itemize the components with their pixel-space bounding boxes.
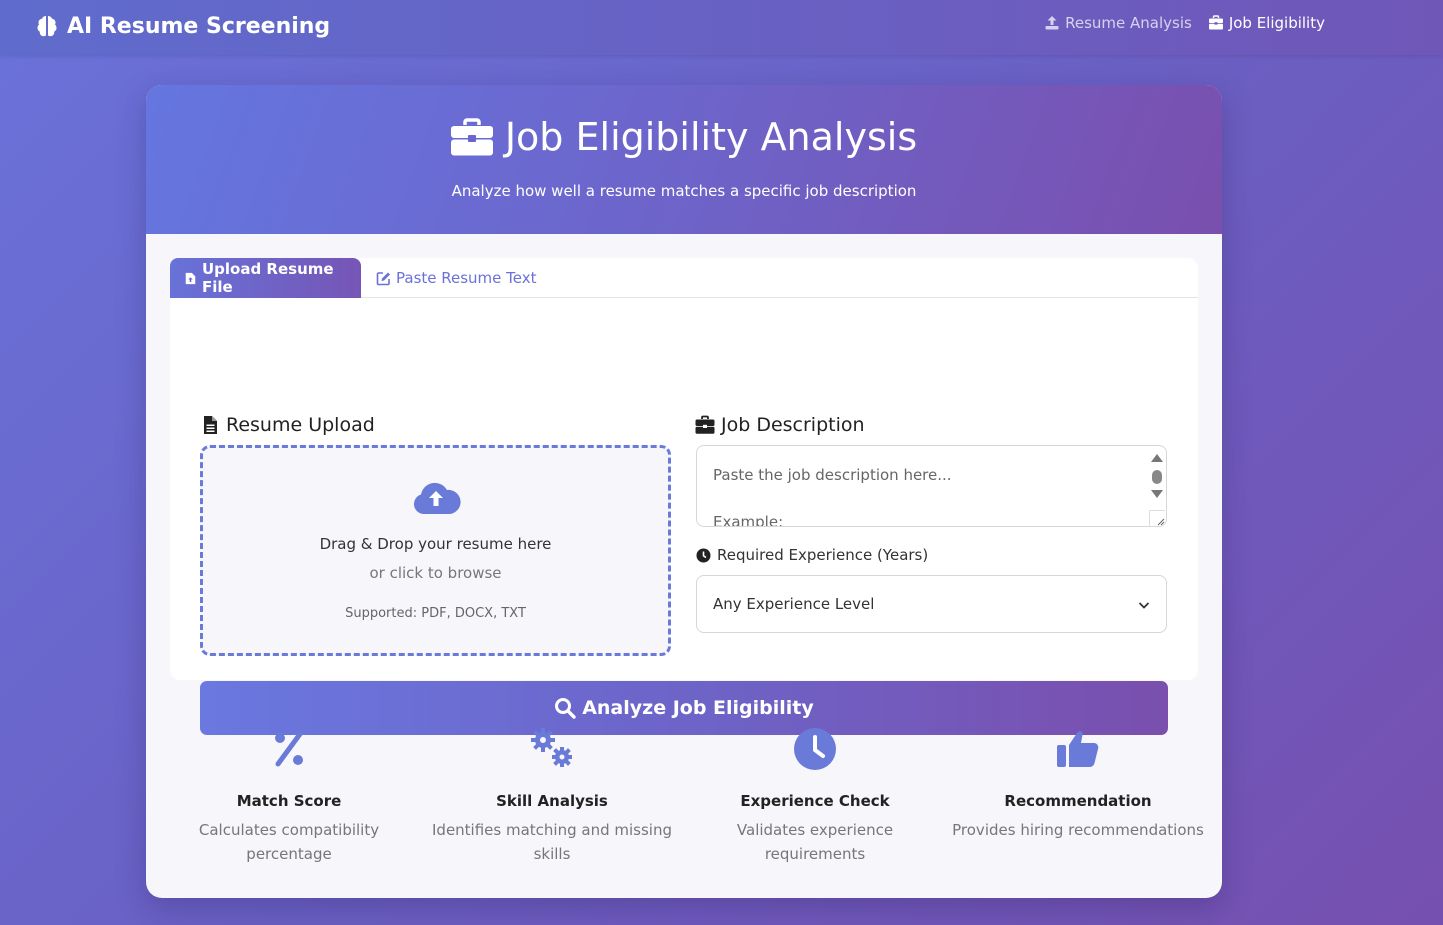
job-description-heading: Job Description — [695, 414, 865, 436]
job-description-title: Job Description — [721, 414, 865, 436]
dropzone-browse-text: or click to browse — [369, 564, 502, 582]
feature-title: Experience Check — [740, 792, 890, 810]
textarea-placeholder: Paste the job description here... — [713, 466, 952, 484]
briefcase-icon — [695, 415, 715, 434]
briefcase-icon — [1208, 15, 1223, 30]
file-icon — [204, 416, 217, 434]
feature-experience-check: Experience Check Validates experience re… — [684, 715, 946, 866]
feature-desc: Validates experience requirements — [736, 821, 894, 863]
tab-bar: Upload Resume File Paste Resume Text — [170, 258, 1198, 298]
page-title-text: Job Eligibility Analysis — [504, 115, 918, 159]
feature-title: Recommendation — [1004, 792, 1152, 810]
hero-header: Job Eligibility Analysis Analyze how wel… — [146, 85, 1222, 234]
nav-resume-analysis-label: Resume Analysis — [1065, 14, 1192, 32]
resize-handle-icon[interactable] — [1149, 510, 1165, 526]
experience-label-text: Required Experience (Years) — [717, 546, 929, 564]
main-card: Job Eligibility Analysis Analyze how wel… — [146, 85, 1222, 898]
experience-select-value: Any Experience Level — [713, 595, 875, 613]
percent-icon — [275, 731, 303, 767]
clock-icon — [696, 548, 711, 562]
brand-label: AI Resume Screening — [67, 13, 331, 39]
scroll-up-arrow-icon[interactable] — [1151, 454, 1163, 462]
page-title: Job Eligibility Analysis — [146, 115, 1222, 159]
feature-skill-analysis: Skill Analysis Identifies matching and m… — [421, 715, 683, 866]
resume-dropzone[interactable]: Drag & Drop your resume here or click to… — [200, 445, 671, 656]
scroll-down-arrow-icon[interactable] — [1151, 490, 1163, 498]
tab-paste-resume-label: Paste Resume Text — [396, 269, 537, 287]
brain-icon — [37, 16, 57, 37]
dropzone-supported-formats: Supported: PDF, DOCX, TXT — [345, 606, 526, 621]
nav-job-eligibility-label: Job Eligibility — [1228, 14, 1325, 32]
page-subtitle: Analyze how well a resume matches a spec… — [451, 182, 917, 200]
cloud-upload-icon — [413, 482, 461, 514]
form-panel: Upload Resume File Paste Resume Text Res… — [170, 258, 1198, 735]
feature-desc: Provides hiring recommendations — [952, 821, 1204, 839]
file-upload-icon — [185, 272, 196, 284]
brand[interactable]: AI Resume Screening — [34, 11, 330, 41]
feature-title: Match Score — [236, 792, 342, 810]
tab-paste-resume[interactable]: Paste Resume Text — [362, 258, 551, 298]
experience-label: Required Experience (Years) — [696, 546, 928, 564]
feature-title: Skill Analysis — [496, 792, 608, 810]
feature-match-score: Match Score Calculates compatibility per… — [158, 715, 420, 866]
upload-icon — [1045, 16, 1059, 30]
experience-select[interactable]: Any Experience Level — [696, 575, 1167, 633]
scrollbar-thumb[interactable] — [1152, 470, 1162, 484]
briefcase-icon — [450, 118, 493, 156]
cogs-icon — [531, 728, 572, 767]
tab-upload-resume[interactable]: Upload Resume File — [170, 258, 361, 298]
job-description-textarea[interactable]: Paste the job description here... Exampl… — [696, 445, 1167, 527]
resume-upload-heading: Resume Upload — [200, 414, 375, 436]
thumbs-up-icon — [1057, 731, 1099, 767]
tab-upload-resume-label: Upload Resume File — [201, 260, 334, 296]
feature-desc: Identifies matching and missing skills — [432, 821, 672, 863]
dropzone-title: Drag & Drop your resume here — [319, 535, 552, 553]
textarea-placeholder-example: Example: — [713, 513, 784, 527]
feature-recommendation: Recommendation Provides hiring recommend… — [947, 715, 1209, 842]
nav-resume-analysis[interactable]: Resume Analysis — [1044, 14, 1192, 32]
resume-upload-title: Resume Upload — [226, 414, 375, 436]
edit-icon — [376, 271, 390, 285]
feature-desc: Calculates compatibility percentage — [198, 821, 380, 863]
top-navbar: AI Resume Screening Resume Analysis Job … — [0, 0, 1443, 55]
chevron-down-icon — [1138, 602, 1150, 609]
nav-job-eligibility[interactable]: Job Eligibility — [1208, 14, 1325, 32]
clock-icon — [794, 728, 836, 770]
features-row: Match Score Calculates compatibility per… — [146, 715, 1222, 865]
